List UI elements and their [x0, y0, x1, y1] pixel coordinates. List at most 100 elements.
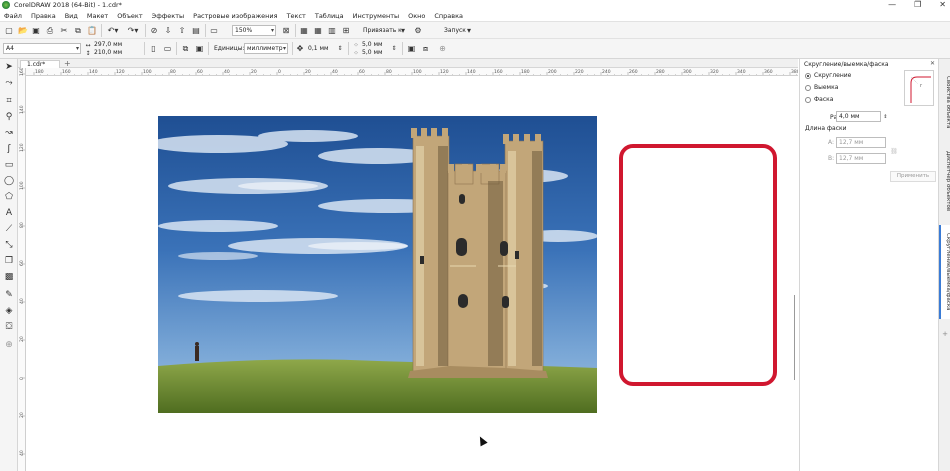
page-height-field[interactable]: 210,0 мм [94, 49, 122, 57]
zoom-to-page-icon[interactable]: ⊠ [280, 24, 292, 37]
parallel-dimension-icon[interactable]: ⟋ [3, 223, 15, 235]
open-folder-icon[interactable]: 📂 [17, 24, 29, 37]
smart-fill-icon[interactable]: ⛋ [3, 321, 15, 333]
new-document-icon[interactable]: ▢ [3, 24, 15, 37]
menu-help[interactable]: Справка [434, 12, 463, 20]
artistic-media-icon[interactable]: ʃ [3, 143, 15, 155]
radius-stepper[interactable]: ⇕ [882, 111, 889, 122]
rounded-rectangle-shape[interactable] [619, 144, 777, 386]
zoom-level-select[interactable]: 150% [232, 25, 276, 36]
duplicate-y-field[interactable]: 5,0 мм [362, 49, 383, 57]
tab-fillet-scallop-chamfer[interactable]: Скругление/выемка/фаска [939, 225, 950, 319]
treat-as-filled-icon[interactable]: ▣ [406, 42, 417, 55]
document-tab[interactable]: 1.cdr* [20, 60, 60, 68]
close-button[interactable]: ✕ [939, 0, 946, 10]
publish-pdf-icon[interactable]: ▤ [190, 24, 202, 37]
add-docker-icon[interactable]: + [940, 329, 950, 339]
property-bar: A4 ↔ ↕ 297,0 мм 210,0 мм ▯ ▭ ⧉ ▣ Единицы… [0, 39, 950, 59]
vertical-ruler[interactable]: 160 140 120 100 80 60 40 20 0 20 40 [18, 68, 26, 471]
current-page-icon[interactable]: ▣ [194, 42, 205, 55]
menu-table[interactable]: Таблица [315, 12, 344, 20]
restore-button[interactable]: ❐ [914, 0, 921, 10]
show-rulers-icon[interactable]: ▦ [298, 24, 310, 37]
menu-text[interactable]: Текст [287, 12, 306, 20]
page-size-select[interactable]: A4 [3, 43, 81, 54]
print-icon[interactable]: ⎙ [44, 24, 56, 37]
launch-chevron-down-icon[interactable]: ▾ [464, 24, 474, 37]
duplicate-x-field[interactable]: 5,0 мм [362, 41, 383, 49]
tab-object-properties[interactable]: Свойства объекта [939, 67, 950, 137]
chamfer-b-field[interactable]: 12,7 мм [836, 153, 886, 164]
new-tab-button[interactable]: + [64, 59, 71, 68]
menu-object[interactable]: Объект [117, 12, 142, 20]
show-guidelines-icon[interactable]: ▥ [326, 24, 338, 37]
menu-tools[interactable]: Инструменты [353, 12, 400, 20]
chamfer-lock-icon[interactable]: ⛓ [890, 139, 898, 163]
menu-view[interactable]: Вид [65, 12, 78, 20]
menu-file[interactable]: Файл [4, 12, 22, 20]
transparency-tool-icon[interactable]: ▩ [3, 271, 15, 283]
horizontal-ruler[interactable]: 180 160 140 120 100 80 60 40 20 0 20 40 60 80 100 120 14… [26, 68, 798, 76]
castle-bitmap-image[interactable] [158, 116, 597, 413]
interactive-fill-icon[interactable]: ◈ [3, 305, 15, 317]
landscape-icon[interactable]: ▭ [162, 42, 173, 55]
menu-bitmaps[interactable]: Растровые изображения [193, 12, 277, 20]
radius-field[interactable]: 4,0 мм [836, 111, 881, 122]
page-frame-icon[interactable]: ⧈ [420, 42, 431, 55]
shape-tool-icon[interactable]: ⤳ [3, 77, 15, 89]
add-tool-icon[interactable]: ⊕ [437, 42, 448, 55]
all-pages-icon[interactable]: ⧉ [180, 42, 191, 55]
options-gear-icon[interactable]: ⚙ [412, 24, 424, 37]
minimize-button[interactable]: — [888, 0, 896, 10]
connector-tool-icon[interactable]: ⤡ [3, 239, 15, 251]
selection-guide-line [794, 295, 795, 380]
snap-to-dropdown[interactable]: Привязать к [363, 27, 402, 35]
height-icon: ↕ [85, 49, 91, 57]
launch-dropdown[interactable]: Запуск [444, 27, 466, 35]
apply-button[interactable]: Применить [890, 171, 936, 182]
menu-window[interactable]: Окно [408, 12, 425, 20]
menu-layout[interactable]: Макет [87, 12, 108, 20]
zoom-tool-icon[interactable]: ⚲ [3, 111, 15, 123]
toolbox: ➤ ⤳ ⌗ ⚲ ↝ ʃ ▭ ◯ ⬠ A ⟋ ⤡ ❐ ▩ ✎ ◈ ⛋ ⊕ [0, 59, 18, 471]
ellipse-tool-icon[interactable]: ◯ [3, 175, 15, 187]
export-icon[interactable]: ⇧ [176, 24, 188, 37]
add-tool-icon[interactable]: ⊕ [3, 339, 15, 351]
pick-tool-icon[interactable]: ➤ [3, 61, 15, 73]
snap-chevron-down-icon[interactable]: ▾ [398, 24, 408, 37]
polygon-tool-icon[interactable]: ⬠ [3, 191, 15, 203]
cut-icon[interactable]: ✂ [58, 24, 70, 37]
ruler-label: 0 [278, 69, 281, 75]
rectangle-tool-icon[interactable]: ▭ [3, 159, 15, 171]
import-icon[interactable]: ⇩ [162, 24, 174, 37]
nudge-distance-field[interactable]: 0,1 мм [308, 45, 329, 53]
drop-shadow-icon[interactable]: ❐ [3, 255, 15, 267]
radio-scallop[interactable]: Выемка [805, 84, 838, 91]
full-screen-icon[interactable]: ▭ [208, 24, 220, 37]
copy-icon[interactable]: ⧉ [72, 24, 84, 37]
chamfer-a-field[interactable]: 12,7 мм [836, 137, 886, 148]
radio-fillet[interactable]: Скругление [805, 72, 851, 79]
page-width-field[interactable]: 297,0 мм [94, 41, 122, 49]
coreldraw-logo-icon [2, 1, 10, 9]
portrait-icon[interactable]: ▯ [148, 42, 159, 55]
units-select[interactable]: миллиметр [244, 43, 288, 54]
show-grid-icon[interactable]: ▦ [312, 24, 324, 37]
redo-icon[interactable]: ↷▾ [124, 24, 142, 37]
freehand-tool-icon[interactable]: ↝ [3, 127, 15, 139]
snap-settings-icon[interactable]: ⊞ [340, 24, 352, 37]
text-tool-icon[interactable]: A [3, 207, 15, 219]
eyedropper-tool-icon[interactable]: ✎ [3, 289, 15, 301]
paste-icon[interactable]: 📋 [86, 24, 98, 37]
nudge-stepper[interactable]: ⇕ [336, 42, 344, 55]
undo-icon[interactable]: ↶▾ [104, 24, 122, 37]
docker-close-icon[interactable]: ✕ [930, 60, 935, 67]
tab-object-manager[interactable]: Диспетчер объектов [939, 143, 950, 219]
search-content-icon[interactable]: ⊘ [148, 24, 160, 37]
save-icon[interactable]: ▣ [30, 24, 42, 37]
menu-effects[interactable]: Эффекты [152, 12, 185, 20]
menu-edit[interactable]: Правка [31, 12, 56, 20]
crop-tool-icon[interactable]: ⌗ [3, 95, 15, 107]
radio-chamfer[interactable]: Фаска [805, 96, 833, 103]
duplicate-stepper[interactable]: ⇕ [390, 42, 398, 55]
